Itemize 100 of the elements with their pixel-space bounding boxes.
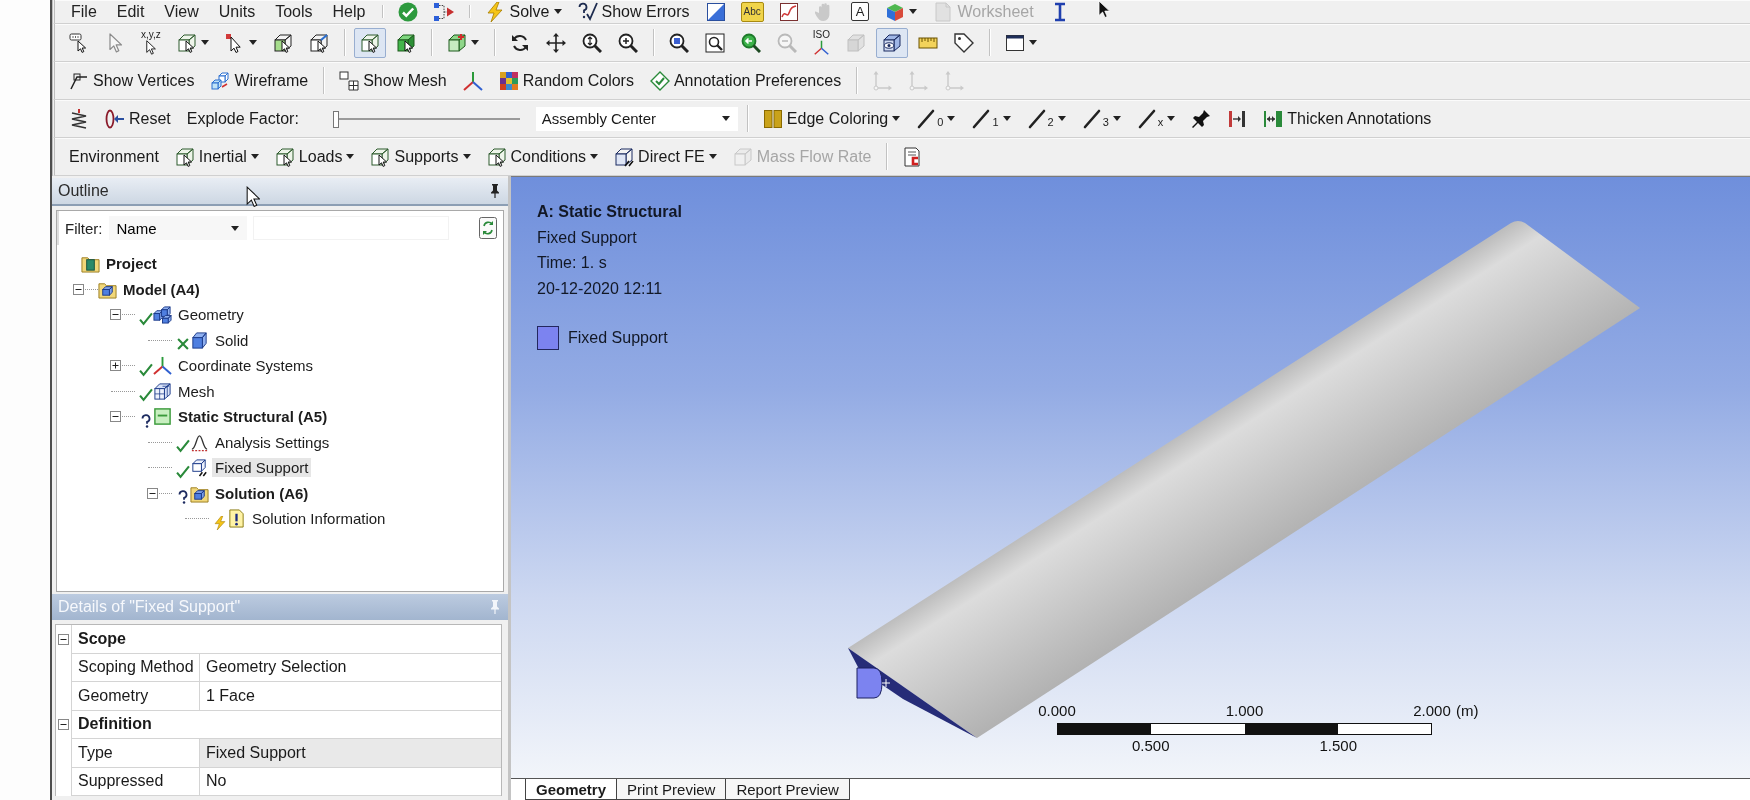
toolbar-button[interactable]: Show Mesh: [333, 65, 453, 96]
toolbar-button[interactable]: Annotation Preferences: [643, 65, 848, 96]
zoom-in-icon: [617, 32, 638, 53]
triad-icon: [813, 40, 829, 55]
tree-item[interactable]: Coordinate Systems: [175, 356, 317, 376]
toolbar-button[interactable]: 1: [965, 103, 1017, 134]
toolbar-button[interactable]: [353, 27, 386, 58]
pin-icon: [1191, 108, 1212, 129]
cube-pointer-icon: [359, 32, 380, 53]
slash-icon: [1026, 108, 1047, 129]
graphics-viewport[interactable]: A: Static Structural Fixed Support Time: 1. s 20-12-2020 12:11 Fixed Support 0.000 1.000 2.000 (m) 0.500 1.500: [511, 176, 1750, 778]
magnifier-frame-icon: [704, 32, 725, 53]
toolbar-button[interactable]: Conditions: [480, 141, 605, 172]
grid-icon: [339, 70, 360, 91]
toolbar-button[interactable]: Random Colors: [492, 65, 640, 96]
toolbar-button[interactable]: [876, 27, 909, 58]
annotation-text: 20-12-2020 12:11: [537, 278, 663, 299]
bell-curve-icon: [190, 432, 209, 452]
refresh-icon[interactable]: [479, 217, 497, 239]
caret-icon: [230, 225, 239, 231]
toolbar-button[interactable]: Supports: [364, 141, 477, 172]
tree-item[interactable]: Fixed Support: [212, 458, 312, 478]
spring-icon: [69, 108, 89, 129]
tree-item[interactable]: Static Structural (A5): [175, 407, 331, 427]
folder-book-icon: [81, 254, 100, 274]
toolbar-button[interactable]: Abc: [740, 1, 764, 22]
toolbar-button[interactable]: Thicken Annotations: [1257, 103, 1438, 134]
slider-handle[interactable]: [332, 110, 339, 128]
cube-plus-icon: [446, 32, 467, 53]
scale-label: 2.000: [1413, 702, 1451, 719]
collapse-toggle[interactable]: [73, 283, 84, 295]
toolbar-button[interactable]: Inertial: [168, 141, 265, 172]
tree-item[interactable]: Analysis Settings: [212, 432, 333, 452]
view-tab[interactable]: Print Preview: [616, 779, 727, 800]
toolbar-button[interactable]: 0: [910, 103, 962, 134]
expand-toggle[interactable]: [110, 360, 121, 372]
toolbar-button[interactable]: Show Errors: [571, 1, 696, 22]
toolbar-button[interactable]: Edge Coloring: [756, 103, 907, 134]
panel-title: Details of "Fixed Support": [58, 598, 241, 616]
toolbar-label: Explode Factor:: [185, 109, 300, 128]
caret-icon: [553, 9, 562, 14]
dropdown-field[interactable]: Assembly Center: [535, 106, 738, 131]
folder-square-icon: [153, 407, 172, 427]
color-grid-icon: [498, 70, 519, 91]
check-mark-icon: [139, 362, 153, 377]
toolbar-button[interactable]: Loads: [268, 141, 361, 172]
category-label: Scope: [71, 625, 501, 654]
view-tab[interactable]: Report Preview: [725, 779, 850, 800]
tree-item[interactable]: Mesh: [175, 381, 218, 401]
property-value[interactable]: Fixed Support: [200, 739, 501, 768]
tree-item[interactable]: Project: [103, 254, 160, 274]
toolbar-button[interactable]: A: [850, 2, 870, 21]
caret-icon: [462, 154, 471, 159]
question-mark-icon: [176, 490, 190, 504]
bars-arrow-icon: [1263, 108, 1284, 129]
collapse-toggle[interactable]: [58, 719, 69, 731]
tree-item[interactable]: Solid: [212, 330, 252, 350]
menu-item[interactable]: Help: [324, 1, 374, 22]
toolbar-button[interactable]: Direct FE: [608, 141, 723, 172]
toolbar-button[interactable]: 2: [1020, 103, 1072, 134]
check-badge-icon: [649, 70, 670, 91]
pin-icon[interactable]: [490, 184, 500, 198]
triad-icon: [153, 356, 172, 376]
view-tab[interactable]: Geometry: [525, 779, 618, 800]
panel-title: Outline: [58, 182, 109, 200]
analysis-title: A: Static Structural: [537, 202, 682, 222]
reset-icon: [105, 108, 125, 129]
color-cube-icon: [885, 1, 906, 22]
tree-item[interactable]: Solution Information: [249, 509, 389, 529]
cube-grid-icon: [153, 381, 172, 401]
toolbar-button[interactable]: x,y,z: [135, 27, 167, 58]
toolbar-button[interactable]: Show Vertices: [63, 65, 201, 96]
collapse-toggle[interactable]: [110, 309, 121, 321]
toolbar-button[interactable]: 3: [1075, 103, 1127, 134]
cube-pointer-icon: [274, 146, 295, 167]
collapse-toggle[interactable]: [110, 411, 121, 423]
menu-item[interactable]: Units: [210, 1, 264, 22]
cube-face-icon: [272, 32, 293, 53]
filter-dropdown[interactable]: Name: [108, 216, 247, 240]
toolbar-button[interactable]: x: [1130, 103, 1182, 134]
annotation-text: Time: 1. s: [537, 253, 607, 273]
menu-item[interactable]: Tools: [267, 1, 321, 22]
legend-label: Fixed Support: [568, 328, 668, 348]
caret-icon: [909, 9, 918, 14]
mouse-pointer-icon: [246, 186, 260, 207]
toolbar-button[interactable]: Solve: [479, 1, 568, 22]
collapse-toggle[interactable]: [147, 487, 158, 499]
tree-item[interactable]: Geometry: [175, 305, 247, 325]
toolbar-button[interactable]: Reset: [99, 103, 177, 134]
tree-item[interactable]: Solution (A6): [212, 483, 312, 503]
toolbar-button[interactable]: ISO: [806, 27, 837, 58]
menu-item[interactable]: View: [156, 1, 207, 22]
menu-item[interactable]: Edit: [108, 1, 153, 22]
tree-item[interactable]: Model (A4): [120, 279, 203, 299]
menu-item[interactable]: File: [63, 1, 105, 22]
toolbar-button[interactable]: Wireframe: [204, 65, 315, 96]
support-marker: [856, 667, 891, 699]
collapse-toggle[interactable]: [58, 633, 69, 645]
caret-icon: [947, 116, 956, 121]
scale-label: 1.500: [1319, 737, 1357, 754]
